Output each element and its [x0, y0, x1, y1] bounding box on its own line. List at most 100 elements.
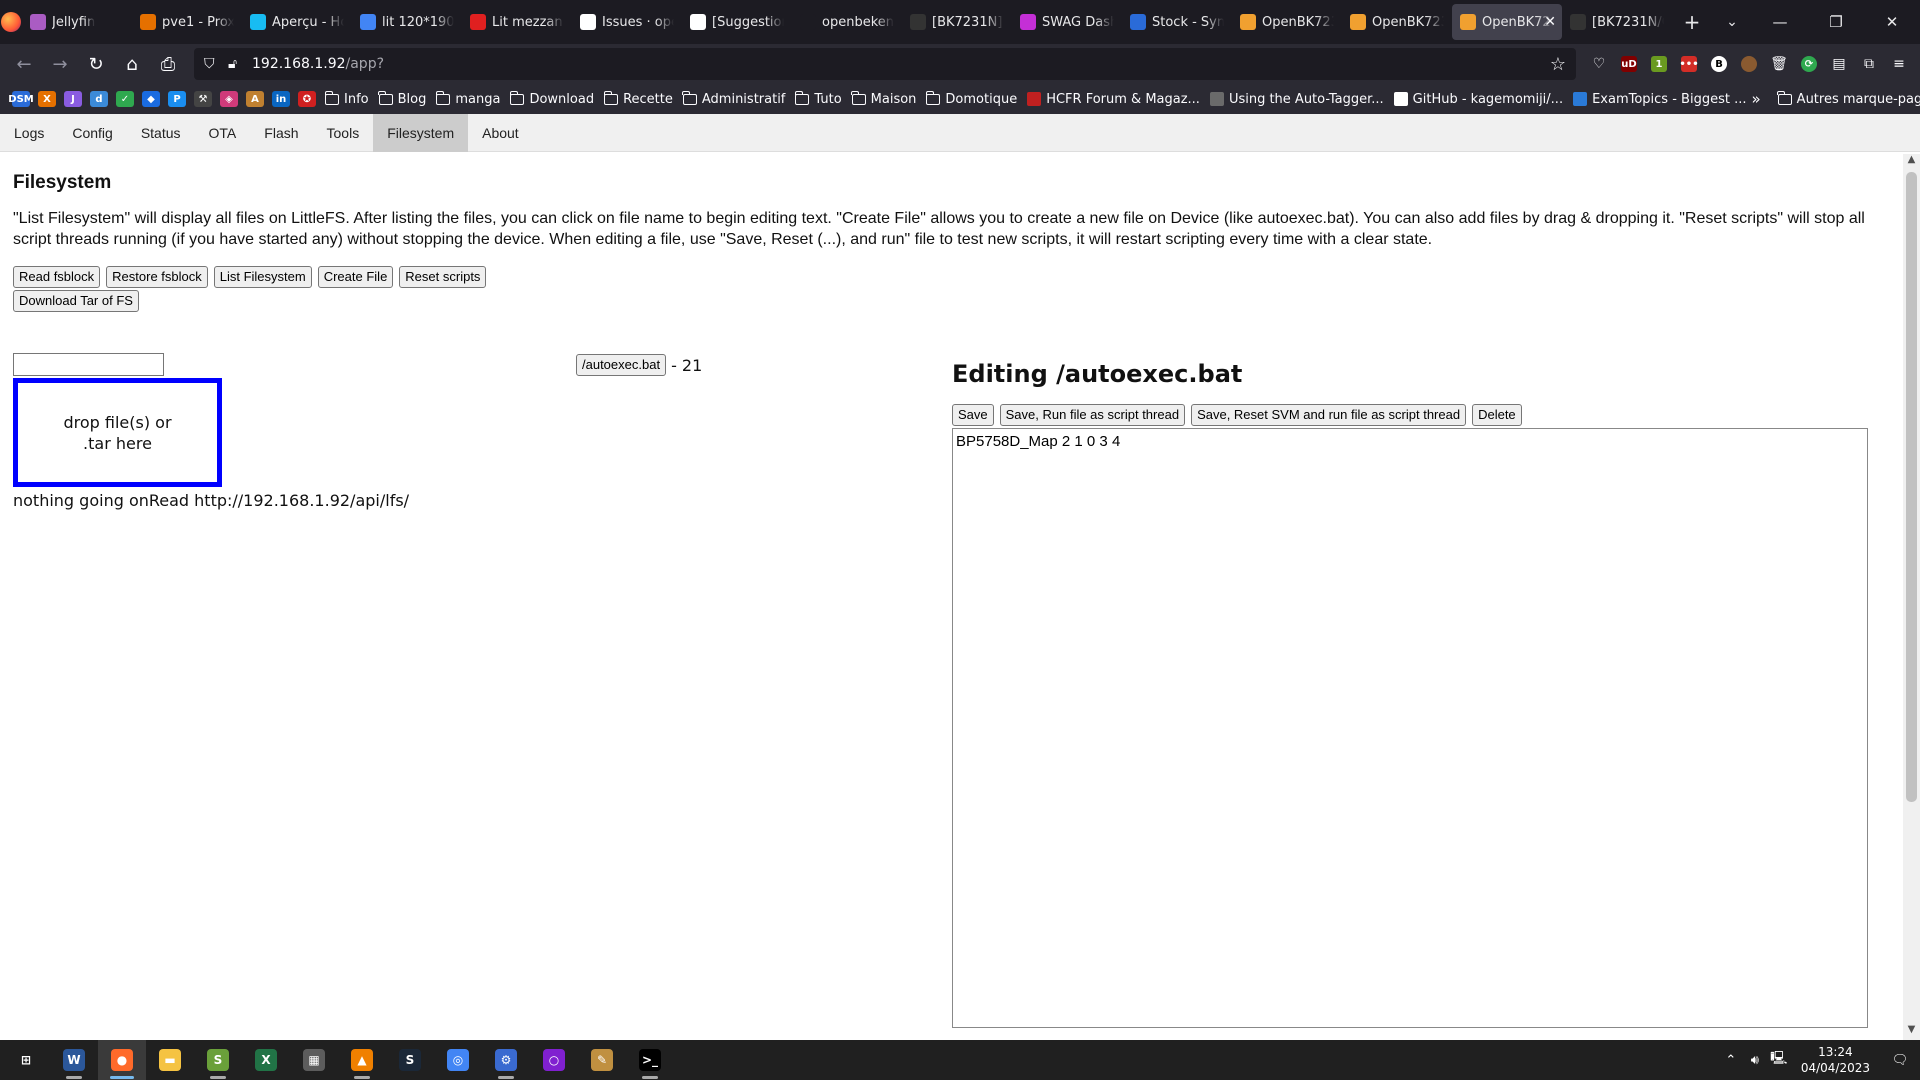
browser-tab[interactable]: lit 120*190 mezzanine: [352, 4, 462, 40]
new-filename-input[interactable]: [13, 353, 164, 376]
shield-icon[interactable]: ✓: [116, 91, 134, 107]
menu-status[interactable]: Status: [127, 114, 195, 152]
bitwarden-icon[interactable]: B: [1704, 49, 1734, 79]
bookmark-folder[interactable]: Download: [509, 90, 594, 107]
drop-zone[interactable]: drop file(s) or .tar here: [13, 378, 222, 487]
menu-config[interactable]: Config: [58, 114, 126, 152]
photos-icon[interactable]: P: [168, 91, 186, 107]
crypto-icon[interactable]: ◆: [142, 91, 160, 107]
restore-fsblockbutton[interactable]: Restore fsblock: [106, 266, 208, 288]
firefox-menu-icon[interactable]: [0, 0, 22, 44]
browser-tab[interactable]: Issues · openbekeniot: [572, 4, 682, 40]
editor-save-run-file-as-script-thread-button[interactable]: Save, Run file as script thread: [999, 404, 1186, 426]
editor-save-button[interactable]: Save: [952, 404, 994, 426]
steam-taskbar-button[interactable]: S: [386, 1040, 434, 1080]
address-bar[interactable]: ⛉ 🔓︎ 192.168.1.92/app? ☆: [194, 48, 1576, 80]
browser-tab[interactable]: pve1 - Proxmox: [132, 4, 242, 40]
list-filesystembutton[interactable]: List Filesystem: [213, 266, 312, 288]
dsm-icon[interactable]: DSM: [8, 91, 34, 107]
network-icon[interactable]: 🖳︎: [1767, 1049, 1791, 1071]
word-taskbar-button[interactable]: W: [50, 1040, 98, 1080]
editor-save-reset-svm-and-run-file-as-script-thread-button[interactable]: Save, Reset SVM and run file as script t…: [1191, 404, 1467, 426]
bookmark-folder[interactable]: Tuto: [794, 90, 842, 107]
read-fsblockbutton[interactable]: Read fsblock: [13, 266, 101, 288]
back-arrow-icon[interactable]: ←: [6, 48, 42, 80]
extensions-puzzle-icon[interactable]: ⧉: [1854, 49, 1884, 79]
scroll-up-arrow-icon[interactable]: ▲: [1903, 154, 1920, 170]
terminal-taskbar-button[interactable]: >_: [626, 1040, 674, 1080]
windows-start-taskbar-button[interactable]: ⊞: [2, 1040, 50, 1080]
browser-tab[interactable]: OpenBK7231N✕: [1452, 4, 1562, 40]
menu-tools[interactable]: Tools: [313, 114, 374, 152]
lastpass-icon[interactable]: •••: [1674, 49, 1704, 79]
browser-tab[interactable]: Stock - Synology: [1122, 4, 1232, 40]
chrome-taskbar-button[interactable]: ◎: [434, 1040, 482, 1080]
editor-delete-button[interactable]: Delete: [1472, 404, 1522, 426]
download-tar-of-fsbutton[interactable]: Download Tar of FS: [13, 290, 139, 312]
notification-icon[interactable]: 🗨︎: [1880, 1053, 1920, 1068]
bookmark-folder[interactable]: Blog: [378, 90, 426, 107]
trash-icon[interactable]: 🗑︎: [1764, 49, 1794, 79]
bookmark-link[interactable]: HCFR Forum & Magaz...: [1027, 92, 1200, 107]
other-bookmarks-folder[interactable]: Autres marque-pages: [1777, 90, 1920, 107]
menu-ota[interactable]: OTA: [195, 114, 251, 152]
tab-close-icon[interactable]: ✕: [1544, 14, 1556, 30]
file-content-textarea[interactable]: [952, 428, 1868, 1028]
chevron-double-right-icon[interactable]: »: [1751, 90, 1760, 108]
reader-icon[interactable]: ▤: [1824, 49, 1854, 79]
create-filebutton[interactable]: Create File: [317, 266, 394, 288]
network-tool-taskbar-button[interactable]: ⚙: [482, 1040, 530, 1080]
vlc-taskbar-button[interactable]: ▲: [338, 1040, 386, 1080]
close-window-button[interactable]: ✕: [1864, 0, 1920, 44]
browser-tab[interactable]: [BK7231N/CB2S]: [1562, 4, 1672, 40]
file-autoexec-button[interactable]: /autoexec.bat: [576, 354, 667, 376]
bookmark-folder[interactable]: Domotique: [925, 90, 1017, 107]
linkedin-icon[interactable]: in: [272, 91, 290, 107]
menu-logs[interactable]: Logs: [0, 114, 58, 152]
bookmark-folder[interactable]: Administratif: [682, 90, 785, 107]
menu-about[interactable]: About: [468, 114, 533, 152]
page-scrollbar[interactable]: ▲ ▼: [1903, 154, 1920, 1040]
tool-icon[interactable]: ⚒: [194, 91, 212, 107]
ds-icon[interactable]: d: [90, 91, 108, 107]
lock-icon[interactable]: 🔓︎: [228, 56, 252, 72]
list-tabs-chevron-icon[interactable]: ⌄: [1712, 4, 1752, 40]
browser-tab[interactable]: Lit mezzanine: [462, 4, 572, 40]
obs-taskbar-button[interactable]: ○: [530, 1040, 578, 1080]
browser-tab[interactable]: OpenBK7231N: [1342, 4, 1452, 40]
browser-tab[interactable]: SWAG Dashboard: [1012, 4, 1122, 40]
bookmark-folder[interactable]: manga: [435, 90, 500, 107]
browser-tab[interactable]: [Suggestion]: [682, 4, 792, 40]
volume-icon[interactable]: 🔊︎: [1743, 1053, 1767, 1068]
restore-button[interactable]: ❐: [1808, 0, 1864, 44]
bookmark-star-icon[interactable]: ☆: [1550, 54, 1566, 75]
pocket-icon[interactable]: ♡: [1584, 49, 1614, 79]
bookmark-link[interactable]: Using the Auto-Tagger...: [1209, 92, 1384, 107]
sourcetree-taskbar-button[interactable]: S: [194, 1040, 242, 1080]
new-tab-button[interactable]: +: [1672, 4, 1712, 40]
firefox-taskbar-button[interactable]: ●: [98, 1040, 146, 1080]
reset-scriptsbutton[interactable]: Reset scripts: [399, 266, 487, 288]
minimize-button[interactable]: —: [1752, 0, 1808, 44]
cookie-icon[interactable]: [1734, 49, 1764, 79]
app2-icon[interactable]: ✪: [298, 91, 316, 107]
menu-filesystem[interactable]: Filesystem: [373, 114, 469, 152]
scrollbar-thumb[interactable]: [1906, 172, 1917, 802]
browser-tab[interactable]: openbekeniot.github.io: [792, 4, 902, 40]
bookmark-link[interactable]: GitHub - kagemomiji/...: [1393, 92, 1563, 107]
browser-tab[interactable]: OpenBK7231N: [1232, 4, 1342, 40]
reload-icon[interactable]: ↻: [78, 48, 114, 80]
app-icon[interactable]: ◈: [220, 91, 238, 107]
bookmark-folder[interactable]: Info: [324, 90, 369, 107]
extension-badge-icon[interactable]: 1: [1644, 49, 1674, 79]
calculator-taskbar-button[interactable]: ▦: [290, 1040, 338, 1080]
browser-tab[interactable]: Jellyfin: [22, 4, 132, 40]
excel-taskbar-button[interactable]: X: [242, 1040, 290, 1080]
browser-tab[interactable]: Aperçu - Home: [242, 4, 352, 40]
hamburger-menu-icon[interactable]: ≡: [1884, 49, 1914, 79]
browser-tab[interactable]: [BK7231N] Tuya: [902, 4, 1012, 40]
paint-taskbar-button[interactable]: ✎: [578, 1040, 626, 1080]
tracking-shield-icon[interactable]: ⛉: [204, 56, 228, 72]
cat-icon[interactable]: A: [246, 91, 264, 107]
bookmark-folder[interactable]: Recette: [603, 90, 673, 107]
